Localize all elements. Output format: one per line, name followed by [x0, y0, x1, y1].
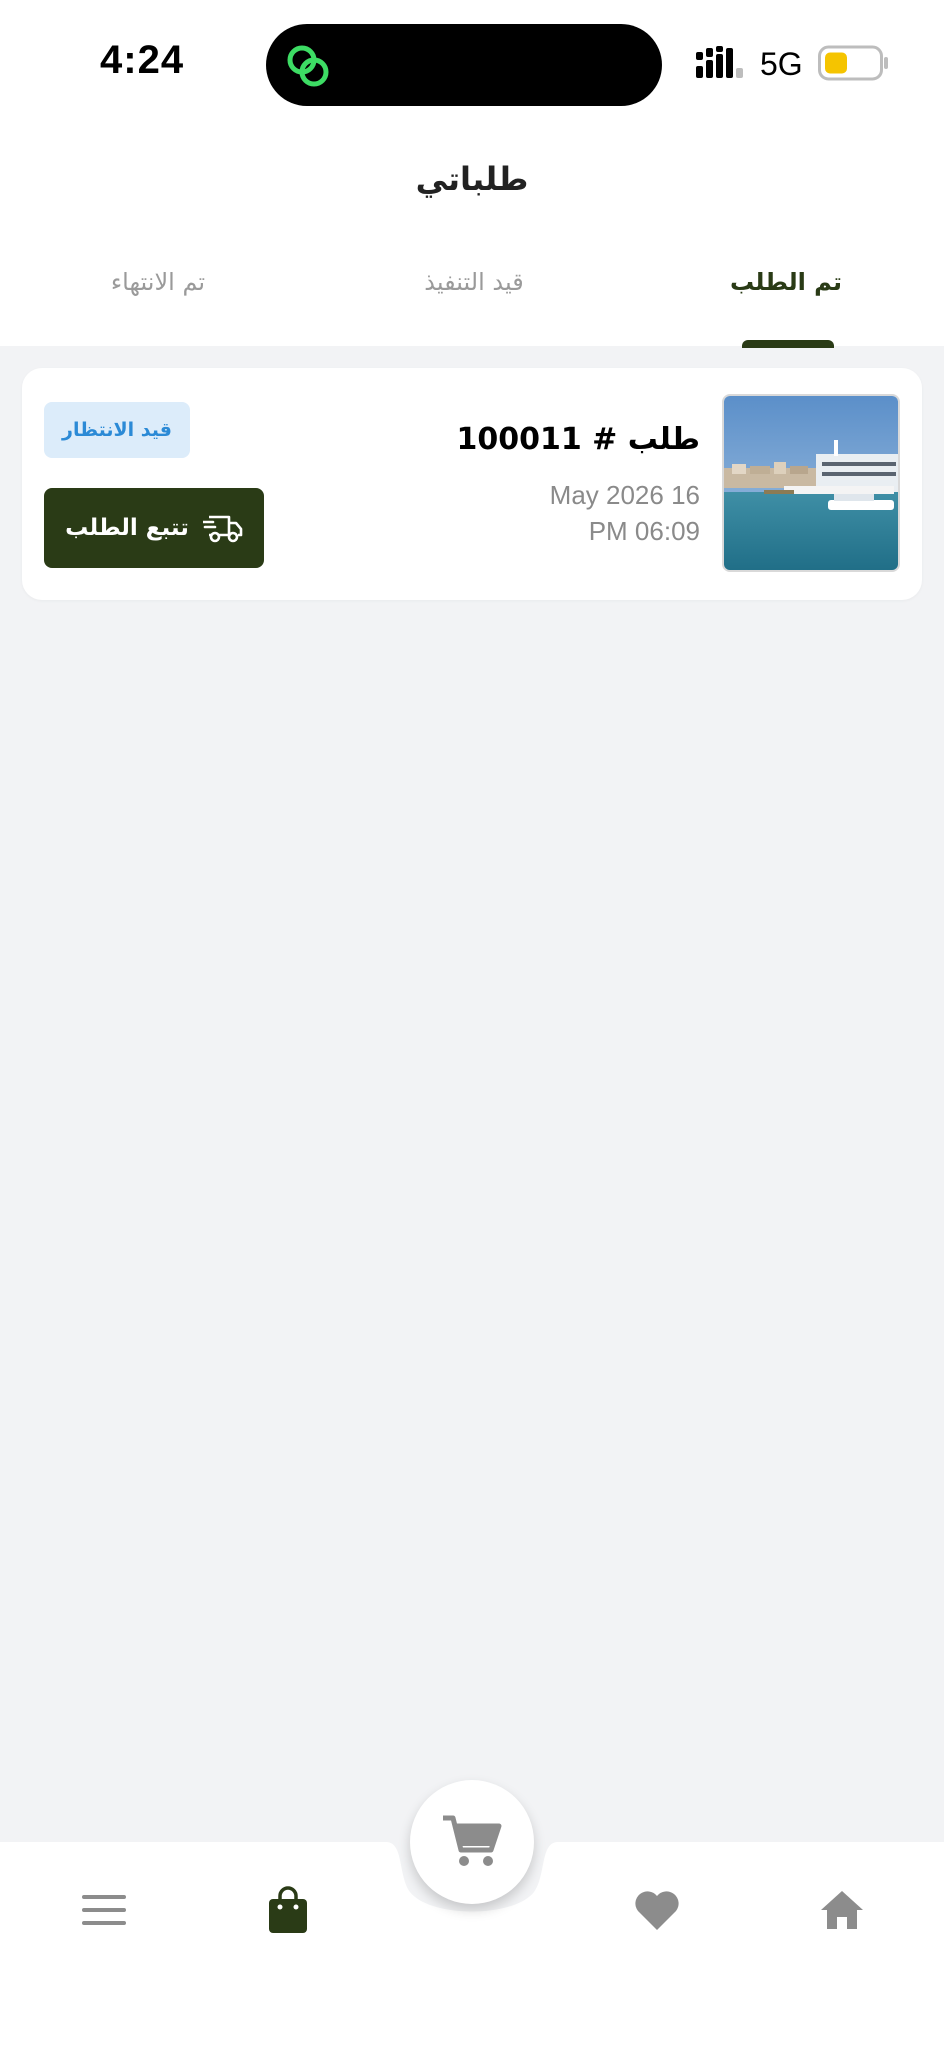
tab-finished[interactable]: تم الانتهاء — [28, 268, 288, 296]
tab-ordered[interactable]: تم الطلب — [656, 268, 916, 296]
tab-processing[interactable]: قيد التنفيذ — [344, 268, 604, 296]
nav-orders[interactable] — [258, 1882, 318, 1938]
nav-menu[interactable] — [74, 1882, 134, 1938]
active-tab-indicator — [742, 340, 834, 348]
nav-favorites[interactable] — [627, 1882, 687, 1938]
status-bar: 4:24 5G — [0, 0, 944, 128]
shopping-bag-icon — [269, 1886, 307, 1933]
dynamic-island — [266, 24, 662, 106]
battery-icon — [818, 45, 888, 81]
menu-icon — [82, 1895, 126, 1925]
page-header: طلباتي تم الطلب قيد التنفيذ تم الانتهاء — [0, 128, 944, 348]
track-order-button[interactable]: تتبع الطلب — [44, 488, 264, 568]
order-number: طلب # 100011 — [456, 422, 700, 457]
harbor-photo — [724, 396, 898, 570]
signal-icon — [696, 46, 743, 78]
order-date: May 2026 16 — [549, 480, 700, 510]
status-badge: قيد الانتظار — [44, 402, 190, 458]
order-image — [722, 394, 900, 572]
home-icon — [821, 1891, 863, 1929]
cart-icon — [443, 1815, 502, 1866]
page-title: طلباتي — [415, 160, 529, 198]
order-tabs: تم الطلب قيد التنفيذ تم الانتهاء — [0, 268, 944, 346]
network-type: 5G — [760, 46, 803, 82]
status-time: 4:24 — [100, 38, 185, 82]
heart-icon — [635, 1891, 679, 1930]
nav-home[interactable] — [812, 1882, 872, 1938]
cart-button[interactable] — [410, 1780, 534, 1904]
link-rings-icon — [287, 45, 329, 87]
order-time: PM 06:09 — [588, 516, 700, 546]
track-order-label: تتبع الطلب — [65, 515, 189, 541]
delivery-truck-icon — [202, 515, 243, 543]
order-card[interactable]: طلب # 100011 May 2026 16 PM 06:09 قيد ال… — [22, 368, 922, 600]
